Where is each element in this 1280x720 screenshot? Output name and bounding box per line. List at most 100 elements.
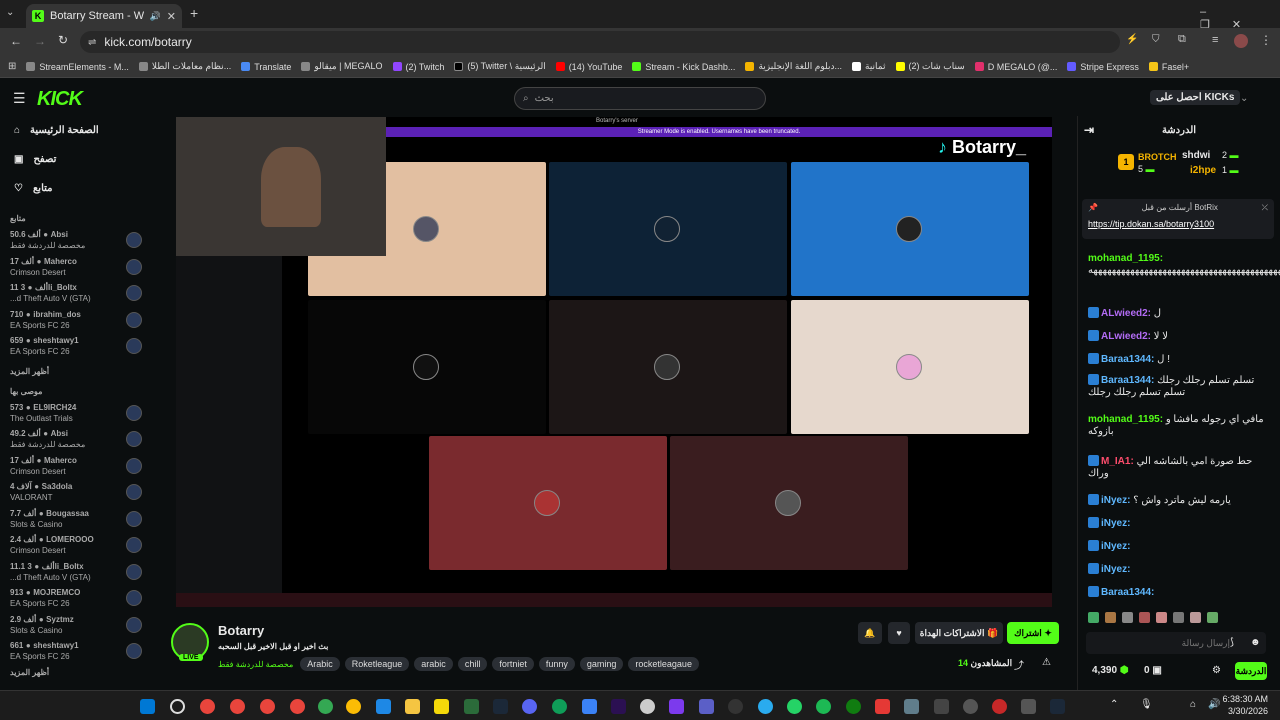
nav-browse[interactable]: ▣ تصفح: [0, 145, 152, 174]
chat-username[interactable]: ALwieed2:: [1101, 331, 1151, 342]
app-icon[interactable]: [992, 699, 1007, 714]
obs-icon[interactable]: [728, 699, 743, 714]
bookmark[interactable]: Stream - Kick Dashb...: [632, 62, 735, 72]
channel-row[interactable]: 17 ألف ● Maherco Crimson Desert: [0, 453, 152, 480]
edge-icon[interactable]: [552, 699, 567, 714]
chat-username[interactable]: iNyez:: [1101, 541, 1130, 552]
bookmark[interactable]: (2) سناب شات: [895, 61, 965, 72]
stream-tag[interactable]: Roketleague: [344, 657, 410, 671]
kick-logo[interactable]: KICK: [37, 88, 83, 111]
channel-row[interactable]: 659 ● sheshtawy1 EA Sports FC 26: [0, 333, 152, 360]
gift-subs-button[interactable]: الاشتراكات الهداة 🎁: [915, 622, 1003, 644]
stream-tag[interactable]: funny: [538, 657, 575, 671]
channel-row[interactable]: 710 ● ibrahim_dos EA Sports FC 26: [0, 307, 152, 334]
puzzle-icon[interactable]: ⧉: [1178, 33, 1186, 46]
chat-username[interactable]: Baraa1344:: [1101, 354, 1154, 365]
chrome-icon[interactable]: [200, 699, 215, 714]
emote-icon[interactable]: [1156, 612, 1167, 623]
hamburger-menu-icon[interactable]: ☰: [13, 90, 26, 107]
app-icon[interactable]: [376, 699, 391, 714]
chat-username[interactable]: iNyez:: [1101, 518, 1130, 529]
chrome-icon[interactable]: [318, 699, 333, 714]
reading-list-icon[interactable]: ≡: [1212, 34, 1218, 46]
chat-username[interactable]: Baraa1344:: [1101, 375, 1154, 386]
tab-search-icon[interactable]: ⌄: [6, 7, 14, 18]
stream-tag[interactable]: arabic: [414, 657, 453, 671]
stream-tag[interactable]: Arabic: [300, 657, 340, 671]
nav-following[interactable]: ♡ متابع: [0, 174, 152, 203]
bookmark[interactable]: D MEGALO (@...: [974, 62, 1057, 72]
speaker-icon[interactable]: 🔊: [150, 11, 161, 22]
bookmark[interactable]: (14) YouTube: [555, 62, 622, 72]
chrome-icon[interactable]: [230, 699, 245, 714]
bookmark[interactable]: Stripe Express: [1067, 62, 1139, 72]
channel-row[interactable]: 50.6 ألف ● Absi مخصصة للدردشة فقط: [0, 227, 152, 254]
whatsapp-icon[interactable]: [787, 699, 802, 714]
channel-row[interactable]: 573 ● EL9IRCH24 The Outlast Trials: [0, 400, 152, 427]
emote-icon[interactable]: [1173, 612, 1184, 623]
show-more-link[interactable]: أظهر المزيد: [0, 665, 152, 681]
discord-icon[interactable]: [522, 699, 537, 714]
steam-icon[interactable]: [493, 699, 508, 714]
back-icon[interactable]: ←: [10, 34, 22, 48]
emote-icon[interactable]: [1207, 612, 1218, 623]
app-icon[interactable]: [1021, 699, 1036, 714]
app-icon[interactable]: [434, 699, 449, 714]
user-menu-icon[interactable]: ⌄: [1240, 93, 1248, 104]
stream-tag[interactable]: fortniet: [492, 657, 534, 671]
chat-username[interactable]: mohanad_1195:: [1088, 414, 1163, 425]
channel-row[interactable]: 11.1 ألف ● 3li_Boltx ...d Theft Auto V (G…: [0, 559, 152, 586]
app-icon[interactable]: [934, 699, 949, 714]
share-icon[interactable]: ⤴: [1014, 657, 1024, 672]
emote-icon[interactable]: [1190, 612, 1201, 623]
start-icon[interactable]: [140, 699, 155, 714]
tray-chevron-icon[interactable]: ⌃: [1110, 699, 1118, 710]
channel-row[interactable]: 661 ● sheshtawy1 EA Sports FC 26: [0, 638, 152, 665]
collapse-chat-icon[interactable]: ⇥: [1084, 123, 1094, 137]
channel-row[interactable]: 11 ألف ● 3li_Boltx ...d Theft Auto V (GTA…: [0, 280, 152, 307]
shield-icon[interactable]: ⛉: [1152, 34, 1160, 45]
reload-icon[interactable]: ↻: [58, 33, 68, 47]
chat-username[interactable]: iNyez:: [1101, 495, 1130, 506]
bookmark[interactable]: Fasel+: [1148, 62, 1189, 72]
emoji-icon[interactable]: ☻: [1250, 637, 1261, 648]
channel-row[interactable]: 2.4 ألف ● LOMEROOO Crimson Desert: [0, 532, 152, 559]
app-icon[interactable]: [963, 699, 978, 714]
search-input[interactable]: ⌕ بحث: [514, 87, 766, 110]
chat-username[interactable]: ALwieed2:: [1101, 308, 1151, 319]
app-icon[interactable]: [904, 699, 919, 714]
spotify-icon[interactable]: [816, 699, 831, 714]
streamer-name[interactable]: Botarry: [218, 623, 264, 638]
chat-username[interactable]: Baraa1344:: [1101, 587, 1154, 598]
teams-icon[interactable]: [699, 699, 714, 714]
points-count[interactable]: 4,390 ⬢: [1092, 665, 1129, 676]
forward-icon[interactable]: →: [34, 34, 46, 48]
show-more-link[interactable]: أظهر المزيد: [0, 364, 152, 380]
settings-gear-icon[interactable]: ⚙: [1212, 665, 1221, 676]
bookmark[interactable]: ميقالو | MEGALO: [301, 61, 383, 72]
channel-row[interactable]: 913 ● MOJREMCO EA Sports FC 26: [0, 585, 152, 612]
unpin-icon[interactable]: ⤫: [1262, 203, 1268, 213]
bookmark[interactable]: ثمانية: [852, 61, 886, 72]
mic-icon[interactable]: 🎙: [1140, 699, 1153, 710]
chrome-icon[interactable]: [260, 699, 275, 714]
bookmark[interactable]: (2) Twitch: [392, 62, 444, 72]
bookmark[interactable]: Translate: [241, 62, 291, 72]
close-tab-icon[interactable]: ✕: [167, 10, 176, 23]
apps-grid-icon[interactable]: ⊞: [8, 61, 16, 72]
xbox-icon[interactable]: [846, 699, 861, 714]
pinned-link[interactable]: https://tip.dokan.sa/botarry3100: [1088, 219, 1268, 229]
channel-row[interactable]: 2.9 ألف ● Syztmz Slots & Casino: [0, 612, 152, 639]
app-icon[interactable]: [640, 699, 655, 714]
bookmark[interactable]: دبلوم اللغة الإنجليزية...: [745, 61, 842, 72]
search-icon[interactable]: [170, 699, 185, 714]
gift-count[interactable]: 0 ▣: [1144, 665, 1162, 676]
folder-icon[interactable]: [405, 699, 420, 714]
menu-dots-icon[interactable]: ⋮: [1260, 33, 1272, 47]
excel-icon[interactable]: [464, 699, 479, 714]
chrome-icon[interactable]: [346, 699, 361, 714]
follow-button[interactable]: اشتراك ✦: [1007, 622, 1059, 644]
category-link[interactable]: مخصصة للدردشة فقط: [218, 660, 293, 669]
kick-emote-icon[interactable]: ⟆: [1230, 637, 1234, 648]
chrome-icon[interactable]: [290, 699, 305, 714]
